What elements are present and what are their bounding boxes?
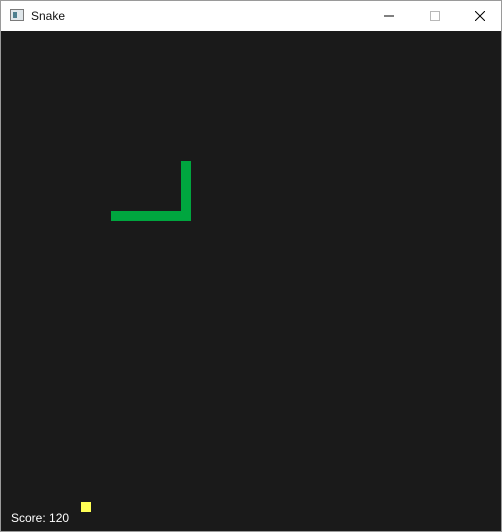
snake-body-vertical (181, 161, 191, 221)
game-board[interactable]: Score: 120 (1, 31, 501, 531)
maximize-button[interactable] (412, 1, 458, 31)
window-title: Snake (31, 9, 66, 23)
score-display: Score: 120 (11, 511, 70, 525)
snake-body-horizontal (111, 211, 191, 221)
minimize-icon (384, 15, 394, 17)
close-button[interactable] (457, 1, 501, 31)
title-bar[interactable]: Snake (1, 1, 501, 31)
maximize-icon (430, 11, 440, 21)
close-icon (475, 11, 485, 21)
snake-app-icon (10, 9, 24, 21)
food-pellet (81, 502, 91, 512)
snake-window: Snake Score: 120 (0, 0, 502, 532)
minimize-button[interactable] (366, 1, 412, 31)
